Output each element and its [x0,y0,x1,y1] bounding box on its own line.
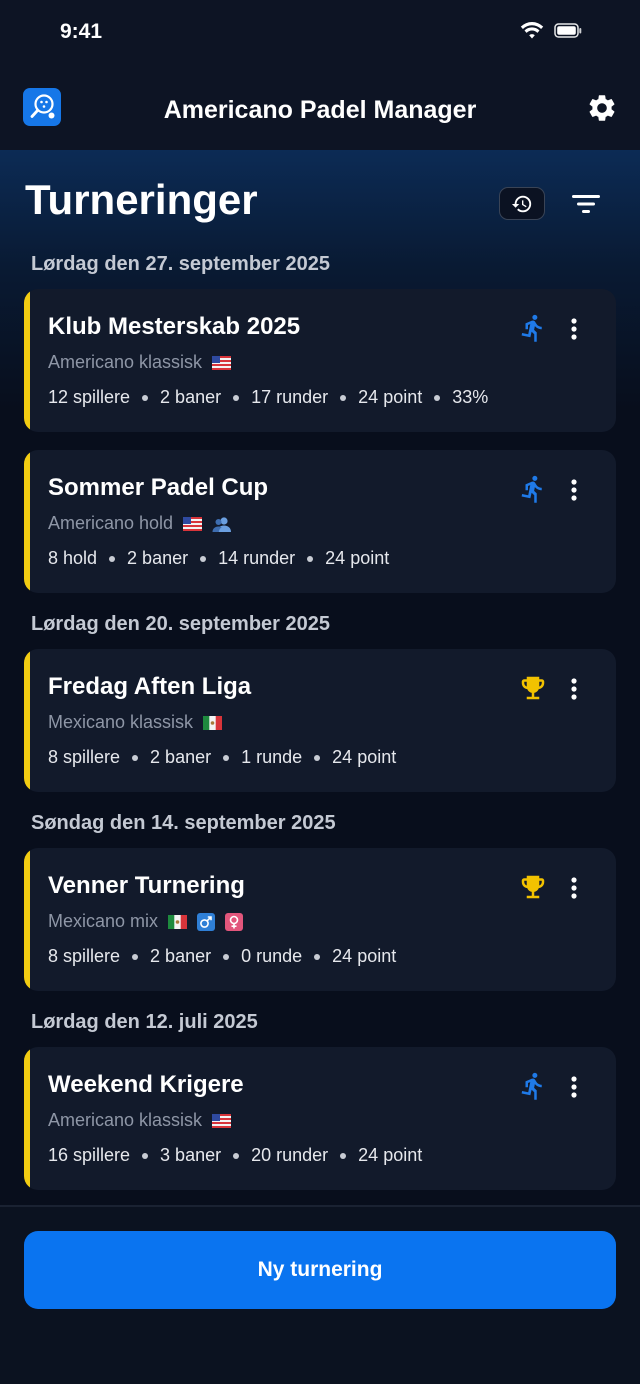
tournament-type: Mexicano mix [48,911,244,932]
status-time: 9:41 [60,20,103,43]
tournament-stats: 12 spillere 2 baner 17 runder 24 point 33% [48,387,488,408]
stat-teams: 8 hold [48,548,98,568]
tournament-type: Mexicano klassisk [48,712,223,733]
more-options-button[interactable] [564,315,584,343]
more-options-button[interactable] [564,476,584,504]
tournament-card[interactable]: Sommer Padel Cup Americano hold 8 hold 2 … [24,450,616,593]
mx-flag-icon [203,715,223,730]
battery-icon [554,23,582,38]
stat-points: 24 point [358,387,423,407]
trophy-icon [521,875,545,899]
tournament-card[interactable]: Klub Mesterskab 2025 Americano klassisk … [24,289,616,432]
tournament-card[interactable]: Venner Turnering Mexicano mix 8 spillere… [24,848,616,991]
more-options-button[interactable] [564,675,584,703]
female-icon [225,912,244,931]
stat-rounds: 14 runder [218,548,296,568]
stat-players: 12 spillere [48,387,131,407]
tournament-stats: 8 hold 2 baner 14 runder 24 point [48,548,389,569]
team-icon [212,516,232,532]
mx-flag-icon [168,914,188,929]
more-options-button[interactable] [564,874,584,902]
tournament-type: Americano klassisk [48,352,232,373]
tournament-type-label: Americano klassisk [48,352,203,372]
tournament-stats: 16 spillere 3 baner 20 runder 24 point [48,1145,422,1166]
filter-button[interactable] [568,190,604,218]
running-icon [521,314,542,342]
stat-players: 8 spillere [48,747,121,767]
stat-rounds: 0 runde [241,946,303,966]
tournament-stats: 8 spillere 2 baner 1 runde 24 point [48,747,396,768]
status-icons [520,22,582,40]
stat-courts: 2 baner [127,548,189,568]
stat-rounds: 17 runder [251,387,329,407]
settings-button[interactable] [586,92,618,124]
us-flag-icon [183,516,203,531]
tournament-name: Venner Turnering [48,872,245,899]
running-icon [521,475,542,503]
tournament-type-label: Americano hold [48,513,174,533]
status-bar: 9:41 [0,0,640,70]
stat-courts: 2 baner [150,747,212,767]
tournament-name: Sommer Padel Cup [48,474,269,501]
stat-points: 24 point [332,747,397,767]
tournament-name: Weekend Krigere [48,1071,244,1098]
tournament-card[interactable]: Fredag Aften Liga Mexicano klassisk 8 sp… [24,649,616,792]
new-tournament-button[interactable]: Ny turnering [24,1231,616,1309]
date-header: Lørdag den 27. september 2025 [31,253,331,275]
date-header: Lørdag den 20. september 2025 [31,613,331,635]
tournament-stats: 8 spillere 2 baner 0 runde 24 point [48,946,396,967]
us-flag-icon [212,1113,232,1128]
stat-players: 8 spillere [48,946,121,966]
tournament-type: Americano hold [48,513,232,534]
stat-players: 16 spillere [48,1145,131,1165]
running-icon [521,1072,542,1100]
stat-courts: 2 baner [150,946,212,966]
tournament-card[interactable]: Weekend Krigere Americano klassisk 16 sp… [24,1047,616,1190]
trophy-icon [521,676,545,700]
tournament-type-label: Mexicano klassisk [48,712,194,732]
stat-rounds: 1 runde [241,747,303,767]
us-flag-icon [212,355,232,370]
gear-icon [589,95,615,121]
app-title: Americano Padel Manager [163,96,477,124]
tournament-type: Americano klassisk [48,1110,232,1131]
history-button[interactable] [499,187,545,220]
tournament-name: Klub Mesterskab 2025 [48,313,301,340]
stat-courts: 2 baner [160,387,222,407]
stat-points: 24 point [325,548,390,568]
stat-points: 24 point [358,1145,423,1165]
stat-courts: 3 baner [160,1145,222,1165]
app-header: Americano Padel Manager [0,70,640,150]
stat-rounds: 20 runder [251,1145,329,1165]
tournament-name: Fredag Aften Liga [48,673,252,700]
filter-icon [572,195,600,213]
history-icon [511,195,532,212]
stat-progress: 33% [452,387,489,407]
wifi-icon [520,22,544,39]
page-title: Turneringer [25,176,258,223]
date-header: Lørdag den 12. juli 2025 [31,1011,258,1033]
tournament-type-label: Mexicano mix [48,911,159,931]
date-header: Søndag den 14. september 2025 [31,812,336,834]
male-icon [197,912,216,931]
more-options-button[interactable] [564,1073,584,1101]
stat-points: 24 point [332,946,397,966]
tournament-type-label: Americano klassisk [48,1110,203,1130]
